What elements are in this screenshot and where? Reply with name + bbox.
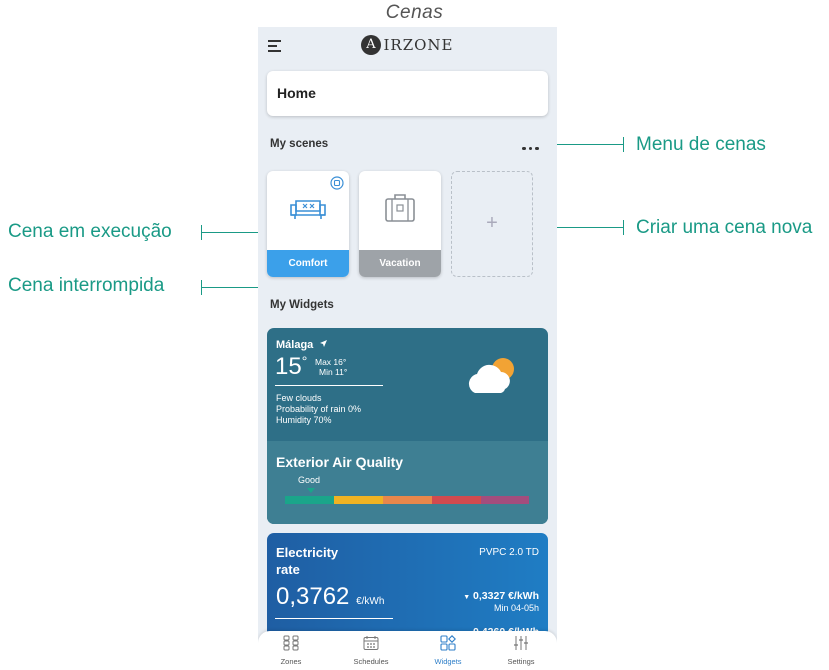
electricity-title-2: rate — [276, 562, 300, 577]
scene-label-comfort: Comfort — [267, 250, 349, 277]
weather-desc: Few clouds — [276, 393, 322, 403]
bottom-nav: Zones Schedules Widgets Settings — [258, 631, 557, 670]
annotation-menu-scenes: Menu de cenas — [636, 134, 766, 155]
air-quality-marker — [307, 488, 315, 493]
scene-card-comfort[interactable]: Comfort — [267, 171, 349, 277]
electricity-min-price: ▼ 0,3327 €/kWh — [463, 590, 539, 602]
phone-screen: A IRZONE Home My scenes Comfort Vacation … — [258, 27, 557, 670]
scene-card-vacation[interactable]: Vacation — [359, 171, 441, 277]
air-quality-value: Good — [298, 475, 321, 485]
scene-label-vacation: Vacation — [359, 250, 441, 277]
annotation-running-scene: Cena em execução — [8, 221, 172, 242]
annotation-tick-create — [623, 220, 624, 235]
add-scene-button[interactable]: + — [451, 171, 533, 277]
annotation-line-running — [201, 232, 259, 233]
weather-city: Málaga — [276, 339, 328, 351]
suitcase-icon — [385, 194, 415, 222]
air-quality-scale — [285, 496, 529, 504]
electricity-divider — [275, 618, 393, 619]
location-arrow-icon — [320, 340, 328, 347]
weather-widget[interactable]: Málaga 15° Max 16° Min 11° Few clouds Pr… — [267, 328, 548, 524]
home-title: Home — [277, 85, 316, 101]
electricity-tariff: PVPC 2.0 TD — [479, 547, 539, 558]
nav-schedules[interactable]: Schedules — [341, 635, 401, 666]
top-bar: A IRZONE — [258, 27, 557, 69]
grid-icon — [283, 635, 299, 651]
calendar-icon — [363, 636, 379, 650]
sofa-icon — [290, 200, 326, 219]
electricity-title-1: Electricity — [276, 545, 339, 560]
airzone-logo: A IRZONE — [258, 35, 557, 55]
stop-icon[interactable] — [330, 176, 344, 190]
page-caption: Cenas — [385, 2, 444, 23]
my-widgets-header: My Widgets — [270, 299, 334, 311]
home-selector[interactable]: Home — [267, 71, 548, 116]
electricity-min-time: Min 04-05h — [493, 603, 539, 613]
electricity-price: 0,3762 €/kWh — [276, 583, 385, 610]
weather-temp: 15° — [275, 353, 308, 380]
weather-humidity: Humidity 70% — [276, 415, 332, 425]
sliders-icon — [514, 636, 528, 650]
weather-min: Min 11° — [319, 367, 348, 377]
air-quality-section: Exterior Air Quality Good — [267, 441, 548, 524]
annotation-tick-menu — [623, 137, 624, 152]
annotation-create-scene: Criar uma cena nova — [636, 217, 813, 238]
air-quality-title: Exterior Air Quality — [276, 454, 404, 470]
cloud-sun-icon — [468, 358, 514, 393]
widgets-icon — [440, 635, 456, 651]
weather-rain: Probability of rain 0% — [276, 404, 362, 414]
scenes-menu-icon[interactable] — [522, 137, 542, 155]
my-scenes-header: My scenes — [270, 138, 329, 150]
annotation-stopped-scene: Cena interrompida — [8, 275, 165, 296]
weather-divider — [275, 385, 383, 386]
nav-settings[interactable]: Settings — [491, 635, 551, 666]
nav-widgets[interactable]: Widgets — [418, 635, 478, 666]
nav-zones[interactable]: Zones — [261, 635, 321, 666]
weather-max: Max 16° — [315, 357, 347, 367]
annotation-line-menu — [557, 144, 624, 145]
annotation-line-create — [557, 227, 624, 228]
